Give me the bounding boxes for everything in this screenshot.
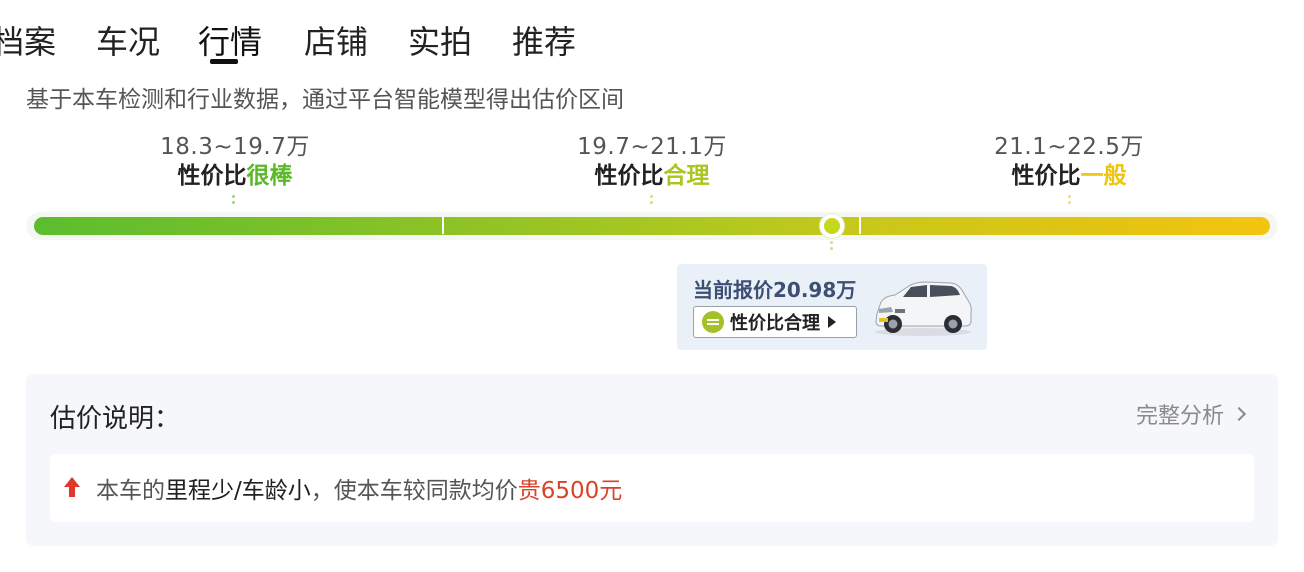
range-price: 19.7~21.1万 bbox=[577, 134, 727, 160]
tab-market[interactable]: 行情 bbox=[198, 17, 262, 63]
range-tick-dots bbox=[650, 195, 654, 207]
bar-divider bbox=[859, 216, 861, 234]
current-price-callout: 当前报价20.98万 性价比合理 bbox=[677, 264, 987, 350]
arrow-up-icon bbox=[64, 477, 80, 499]
price-difference: 贵6500元 bbox=[517, 478, 623, 504]
badge-label: 性价比合理 bbox=[730, 313, 820, 334]
tab-store[interactable]: 店铺 bbox=[304, 17, 368, 63]
tab-condition[interactable]: 车况 bbox=[96, 17, 160, 63]
full-analysis-label: 完整分析 bbox=[1135, 404, 1224, 429]
rating-level: 一般 bbox=[1080, 163, 1127, 189]
tab-photos[interactable]: 实拍 bbox=[408, 17, 472, 63]
valuation-subtitle: 基于本车检测和行业数据，通过平台智能模型得出估价区间 bbox=[26, 87, 624, 113]
chevron-right-icon bbox=[1231, 406, 1247, 422]
note-text: 本车的里程少/车龄小，使本车较同款均价贵6500元 bbox=[96, 478, 623, 504]
equal-circle-icon bbox=[702, 311, 724, 333]
range-rating: 性价比合理 bbox=[594, 163, 710, 189]
valuation-explanation-panel: 估价说明： 完整分析 本车的里程少/车龄小，使本车较同款均价贵6500元 bbox=[26, 374, 1278, 546]
range-price: 18.3~19.7万 bbox=[160, 134, 310, 160]
price-gradient bbox=[34, 217, 1270, 235]
range-tick-dots bbox=[1068, 195, 1072, 207]
full-analysis-link[interactable]: 完整分析 bbox=[1135, 398, 1247, 430]
valuation-note: 本车的里程少/车龄小，使本车较同款均价贵6500元 bbox=[50, 454, 1254, 522]
current-price-marker bbox=[820, 214, 844, 238]
bar-divider bbox=[442, 216, 444, 234]
panel-title: 估价说明： bbox=[50, 404, 181, 434]
marker-dots bbox=[830, 241, 834, 253]
range-tick-dots bbox=[232, 195, 236, 207]
tab-archive[interactable]: 档案 bbox=[0, 17, 56, 63]
car-thumbnail bbox=[875, 281, 972, 336]
triangle-right-icon bbox=[828, 316, 836, 328]
price-range-average: 21.1~22.5万 性价比一般 bbox=[939, 133, 1199, 191]
price-range-bar bbox=[26, 212, 1278, 240]
active-tab-indicator bbox=[210, 59, 238, 64]
current-price-label: 当前报价20.98万 bbox=[693, 278, 857, 302]
price-range-great: 18.3~19.7万 性价比很棒 bbox=[105, 133, 365, 191]
rating-level: 很棒 bbox=[246, 163, 293, 189]
value-rating-badge[interactable]: 性价比合理 bbox=[693, 306, 857, 338]
range-rating: 性价比一般 bbox=[1011, 163, 1127, 189]
range-price: 21.1~22.5万 bbox=[994, 134, 1144, 160]
tab-recommend[interactable]: 推荐 bbox=[512, 17, 576, 63]
range-rating: 性价比很棒 bbox=[177, 163, 293, 189]
price-range-fair: 19.7~21.1万 性价比合理 bbox=[522, 133, 782, 191]
rating-level: 合理 bbox=[663, 163, 710, 189]
